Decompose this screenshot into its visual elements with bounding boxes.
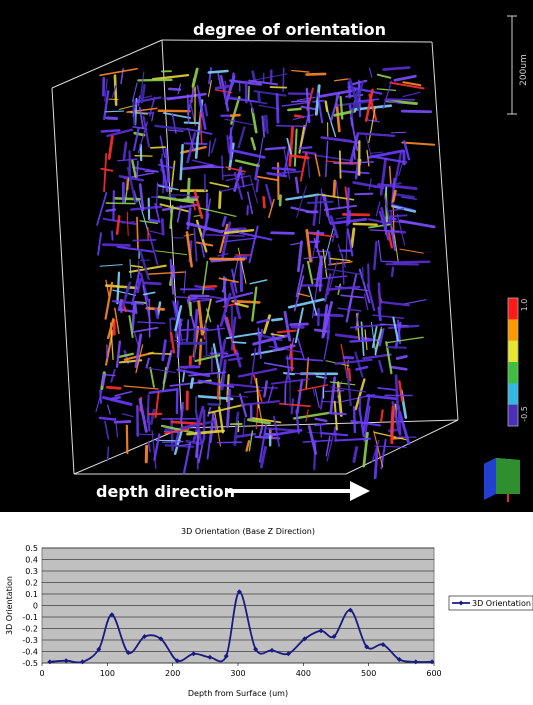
- scale-bar: [507, 15, 517, 115]
- x-axis-label: Depth from Surface (um): [188, 689, 288, 698]
- fiber-volume-render: 200um 1.0 -0.5: [51, 15, 529, 502]
- x-tick-label: 300: [230, 669, 245, 678]
- y-tick-label: -0.2: [22, 625, 38, 634]
- y-tick-label: 0: [33, 602, 38, 611]
- visualization-title: degree of orientation: [193, 20, 387, 39]
- y-tick-label: 0.5: [25, 544, 38, 553]
- y-axis-label: 3D Orientation: [5, 576, 14, 635]
- y-tick-label: -0.3: [22, 636, 38, 645]
- y-tick-label: 0.2: [25, 579, 38, 588]
- y-tick-label: -0.5: [22, 659, 38, 668]
- depth-direction-label: depth direction: [96, 482, 236, 501]
- line-chart: 3D Orientation (Base Z Direction) 0.5 0.4 0…: [5, 527, 533, 698]
- x-tick-label: 0: [39, 669, 44, 678]
- legend: 3D Orientation: [448, 595, 533, 611]
- legend-label: 3D Orientation: [472, 599, 531, 608]
- x-tick-label: 500: [361, 669, 376, 678]
- color-bar-max-label: 1.0: [520, 299, 529, 312]
- fiber-network: [95, 66, 436, 480]
- x-tick-label: 400: [296, 669, 311, 678]
- x-tick-label: 200: [165, 669, 180, 678]
- orientation-chart: 3D Orientation (Base Z Direction) 0.5 0.4 0…: [0, 512, 533, 705]
- y-tick-label: 0.4: [25, 556, 38, 565]
- depth-arrow-icon: [228, 481, 370, 501]
- scale-bar-label: 200um: [519, 54, 529, 86]
- y-tick-label: 0.1: [25, 590, 38, 599]
- y-tick-label: 0.3: [25, 567, 38, 576]
- x-tick-label: 100: [100, 669, 115, 678]
- color-bar: [507, 297, 519, 427]
- orientation-3d-visualization: 200um 1.0 -0.5 degree of orientation depth…: [0, 0, 533, 512]
- color-bar-min-label: -0.5: [520, 406, 529, 422]
- y-tick-label: -0.4: [22, 648, 38, 657]
- y-tick-label: -0.1: [22, 613, 38, 622]
- orientation-cube-icon: [484, 458, 520, 502]
- x-tick-label: 600: [426, 669, 441, 678]
- chart-title: 3D Orientation (Base Z Direction): [181, 527, 315, 536]
